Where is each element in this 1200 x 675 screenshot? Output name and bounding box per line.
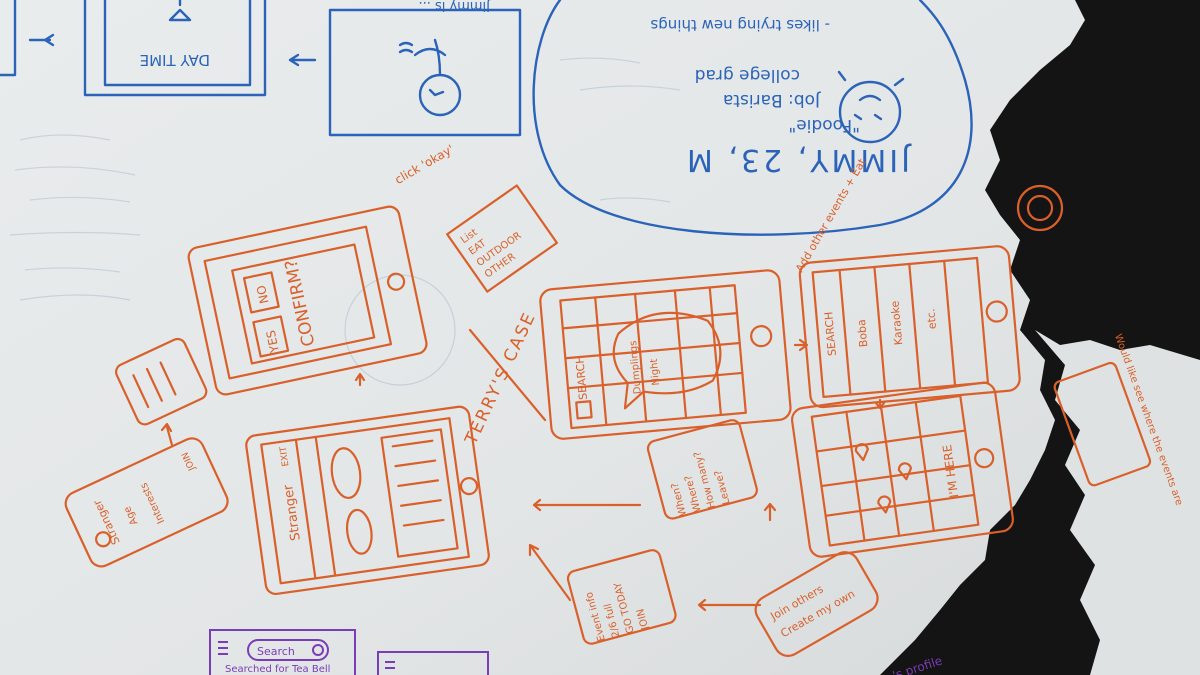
persona-name: JIMMY, 23, M — [684, 142, 912, 177]
purple-search: Search — [257, 645, 295, 658]
notebook-photo: JIMMY, 23, M "Foodie" Job: Barista colle… — [0, 0, 1200, 675]
persona-trait: - likes trying new things — [650, 16, 830, 34]
persona-education: college grad — [695, 65, 800, 85]
svg-text:Night: Night — [649, 358, 662, 386]
jimmy-caption: Jimmy is ... — [418, 0, 491, 13]
purple-caption: Searched for Tea Bell — [225, 664, 330, 675]
svg-text:etc.: etc. — [924, 308, 939, 330]
persona-job: Job: Barista — [723, 90, 821, 110]
day-time-label: DAY TIME — [140, 51, 210, 69]
svg-text:Boba: Boba — [855, 319, 870, 348]
